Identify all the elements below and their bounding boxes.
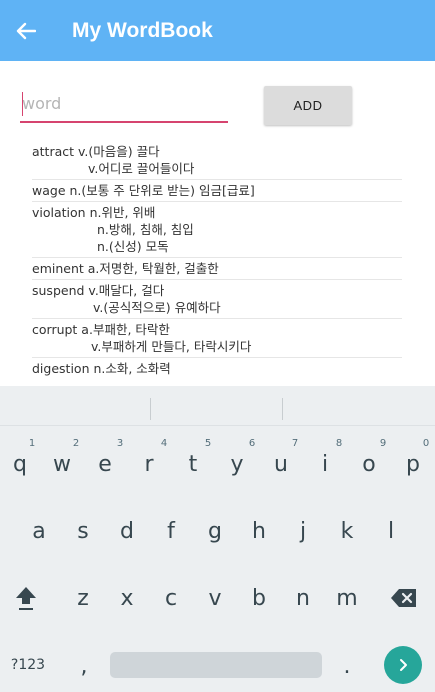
word-entry-line: suspend v.매달다, 걸다 xyxy=(32,283,165,298)
key-label: r xyxy=(144,451,154,477)
key-n[interactable]: n xyxy=(283,576,323,620)
period-key[interactable]: . xyxy=(327,644,367,688)
key-label: j xyxy=(299,518,307,544)
word-entry-line: digestion n.소화, 소화력 xyxy=(32,361,171,376)
key-label: v xyxy=(208,585,222,611)
key-k[interactable]: k xyxy=(327,509,367,553)
key-label: , xyxy=(80,653,88,679)
word-input-underline xyxy=(20,121,228,123)
key-label: l xyxy=(387,518,395,544)
key-label: n xyxy=(296,585,310,611)
text-cursor xyxy=(22,92,23,116)
word-entry-line: corrupt a.부패한, 타락한 xyxy=(32,322,170,337)
list-item[interactable]: wage n.(보통 주 단위로 받는) 임금[급료] xyxy=(32,180,402,202)
key-b[interactable]: b xyxy=(239,576,279,620)
key-label: k xyxy=(340,518,354,544)
key-label: y xyxy=(230,451,244,477)
space-bar[interactable] xyxy=(110,652,322,678)
shift-icon xyxy=(16,587,36,610)
soft-keyboard: q w e r t y u i o p 1 2 3 4 5 6 7 8 9 0 … xyxy=(0,386,435,692)
key-hint: 3 xyxy=(116,438,124,449)
key-label: g xyxy=(208,518,222,544)
key-v[interactable]: v xyxy=(195,576,235,620)
word-entry-line: wage n.(보통 주 단위로 받는) 임금[급료] xyxy=(32,183,255,198)
key-label: a xyxy=(32,518,46,544)
key-d[interactable]: d xyxy=(107,509,147,553)
word-entry-line: n.(신성) 모독 xyxy=(97,239,169,254)
key-g[interactable]: g xyxy=(195,509,235,553)
chevron-right-icon xyxy=(400,659,407,671)
word-entry-line: eminent a.저명한, 탁월한, 걸출한 xyxy=(32,261,219,276)
key-l[interactable]: l xyxy=(371,509,411,553)
key-c[interactable]: c xyxy=(151,576,191,620)
key-h[interactable]: h xyxy=(239,509,279,553)
enter-key[interactable] xyxy=(384,646,422,684)
backspace-key[interactable] xyxy=(384,576,424,620)
key-hint: 4 xyxy=(160,438,168,449)
list-item[interactable]: corrupt a.부패한, 타락한 v.부패하게 만들다, 타락시키다 xyxy=(32,319,402,358)
list-item[interactable]: attract v.(마음을) 끌다 v.어디로 끌어들이다 xyxy=(32,141,402,180)
arrow-back-icon xyxy=(16,22,36,39)
key-hint: 0 xyxy=(422,438,430,449)
key-label: p xyxy=(406,451,420,477)
key-label: f xyxy=(167,518,175,544)
backspace-icon xyxy=(391,589,416,607)
key-label: . xyxy=(343,653,351,679)
key-hint: 2 xyxy=(72,438,80,449)
comma-key[interactable]: , xyxy=(64,644,104,688)
key-a[interactable]: a xyxy=(19,509,59,553)
word-list: attract v.(마음을) 끌다 v.어디로 끌어들이다 wage n.(보… xyxy=(32,141,402,379)
add-button[interactable]: ADD xyxy=(264,86,352,125)
key-label: x xyxy=(120,585,134,611)
key-label: t xyxy=(188,451,198,477)
key-label: d xyxy=(120,518,134,544)
key-label: c xyxy=(164,585,178,611)
key-hint: 5 xyxy=(204,438,212,449)
key-hint: 8 xyxy=(335,438,343,449)
suggestion-strip xyxy=(0,386,435,426)
word-entry-line: attract v.(마음을) 끌다 xyxy=(32,144,160,159)
suggestion-divider xyxy=(150,398,151,420)
key-j[interactable]: j xyxy=(283,509,323,553)
word-entry-line: n.방해, 침해, 침입 xyxy=(97,222,194,237)
list-item[interactable]: digestion n.소화, 소화력 xyxy=(32,358,402,379)
key-hint: 7 xyxy=(291,438,299,449)
key-z[interactable]: z xyxy=(63,576,103,620)
key-label: m xyxy=(336,585,358,611)
shift-key[interactable] xyxy=(6,576,46,620)
word-entry-line: v.어디로 끌어들이다 xyxy=(88,161,195,176)
symbols-key[interactable]: ?123 xyxy=(4,652,52,678)
key-label: i xyxy=(321,451,329,477)
word-entry-line: v.부패하게 만들다, 타락시키다 xyxy=(91,339,252,354)
back-button[interactable] xyxy=(0,0,52,61)
app-bar: My WordBook xyxy=(0,0,435,61)
key-hint: 6 xyxy=(248,438,256,449)
key-label: e xyxy=(98,451,112,477)
suggestion-divider xyxy=(282,398,283,420)
key-hint: 9 xyxy=(379,438,387,449)
key-label: o xyxy=(362,451,376,477)
app-title: My WordBook xyxy=(72,18,213,42)
key-label: s xyxy=(77,518,89,544)
key-hint: 1 xyxy=(28,438,36,449)
key-label: u xyxy=(274,451,288,477)
list-item[interactable]: suspend v.매달다, 걸다 v.(공식적으로) 유예하다 xyxy=(32,280,402,319)
word-input[interactable] xyxy=(20,86,228,121)
key-f[interactable]: f xyxy=(151,509,191,553)
key-s[interactable]: s xyxy=(63,509,103,553)
key-label: h xyxy=(252,518,266,544)
word-entry-line: v.(공식적으로) 유예하다 xyxy=(93,300,221,315)
key-x[interactable]: x xyxy=(107,576,147,620)
key-label: z xyxy=(77,585,89,611)
list-item[interactable]: eminent a.저명한, 탁월한, 걸출한 xyxy=(32,258,402,280)
list-item[interactable]: violation n.위반, 위배 n.방해, 침해, 침입 n.(신성) 모… xyxy=(32,202,402,258)
key-m[interactable]: m xyxy=(327,576,367,620)
key-label: b xyxy=(252,585,266,611)
key-label: q xyxy=(13,451,27,477)
key-label: w xyxy=(53,451,71,477)
word-entry-line: violation n.위반, 위배 xyxy=(32,205,156,220)
word-field[interactable] xyxy=(20,86,228,123)
